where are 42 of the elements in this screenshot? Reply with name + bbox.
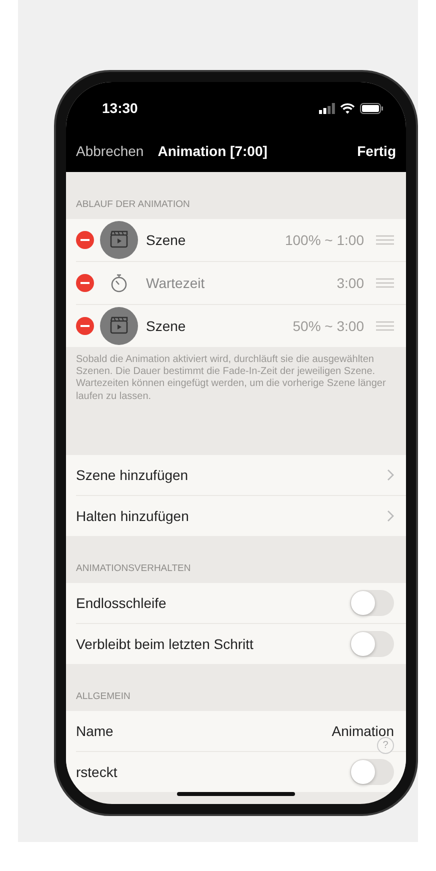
step-label: Szene xyxy=(146,232,186,248)
delete-icon[interactable] xyxy=(76,274,94,292)
section-header: ABLAUF DER ANIMATION xyxy=(76,199,190,210)
wifi-icon xyxy=(340,102,355,114)
delete-icon[interactable] xyxy=(76,317,94,335)
clapperboard-icon xyxy=(100,221,138,259)
sequence-row[interactable]: Szene 100% ~ 1:00 xyxy=(76,219,406,262)
row-label: Verbleibt beim letzten Schritt xyxy=(76,636,254,652)
section-header: ALLGEMEIN xyxy=(76,690,130,702)
step-duration: 3:00 xyxy=(336,275,364,291)
step-label: Wartezeit xyxy=(146,275,205,291)
clapperboard-icon xyxy=(100,307,138,345)
step-duration: 50% ~ 3:00 xyxy=(292,318,364,334)
chevron-icon xyxy=(387,468,394,481)
row-label: rsteckt xyxy=(76,764,118,780)
step-duration: 100% ~ 1:00 xyxy=(284,232,364,248)
screen-title: Animation [7:00] xyxy=(158,143,268,159)
chevron-icon xyxy=(387,510,394,522)
row-label: Name xyxy=(76,722,114,739)
drag-handle-icon[interactable] xyxy=(376,235,394,245)
signal-icon xyxy=(319,102,335,114)
step-label: Szene xyxy=(146,318,186,334)
sequence-row[interactable]: Szene 50% ~ 3:00 xyxy=(76,305,406,347)
row-label: Szene hinzufügen xyxy=(76,466,188,483)
status-time: 13:30 xyxy=(102,100,138,116)
toggle-switch[interactable] xyxy=(350,590,394,616)
row-label: Endlosschleife xyxy=(76,594,166,611)
cancel-button[interactable]: Abbrechen xyxy=(76,143,144,159)
drag-handle-icon[interactable] xyxy=(376,321,394,331)
delete-icon[interactable] xyxy=(76,231,94,249)
toggle-switch[interactable] xyxy=(350,758,394,785)
section-footer: Sobald die Animation aktiviert wird, durchläuft sie die ausgewählten Szenen. Die Dauer bestimmt die Fade-In-Zeit der jeweiligen Szene. Wartezeiten können eingefügt werden, um die vorherige Szene länger laufen zu lassen. xyxy=(76,354,386,402)
battery-icon xyxy=(360,102,384,114)
done-button[interactable]: Fertig xyxy=(357,143,396,159)
section-header: ANIMATIONSVERHALTEN xyxy=(76,562,191,574)
row-value: Animation xyxy=(332,722,394,739)
toggle-switch[interactable] xyxy=(350,630,394,657)
stopwatch-icon xyxy=(109,273,129,293)
row-label: Halten hinzufügen xyxy=(76,508,189,524)
add-row[interactable]: Szene hinzufügen xyxy=(76,454,406,496)
drag-handle-icon[interactable] xyxy=(376,278,394,288)
add-row[interactable]: Halten hinzufügen xyxy=(76,496,406,536)
